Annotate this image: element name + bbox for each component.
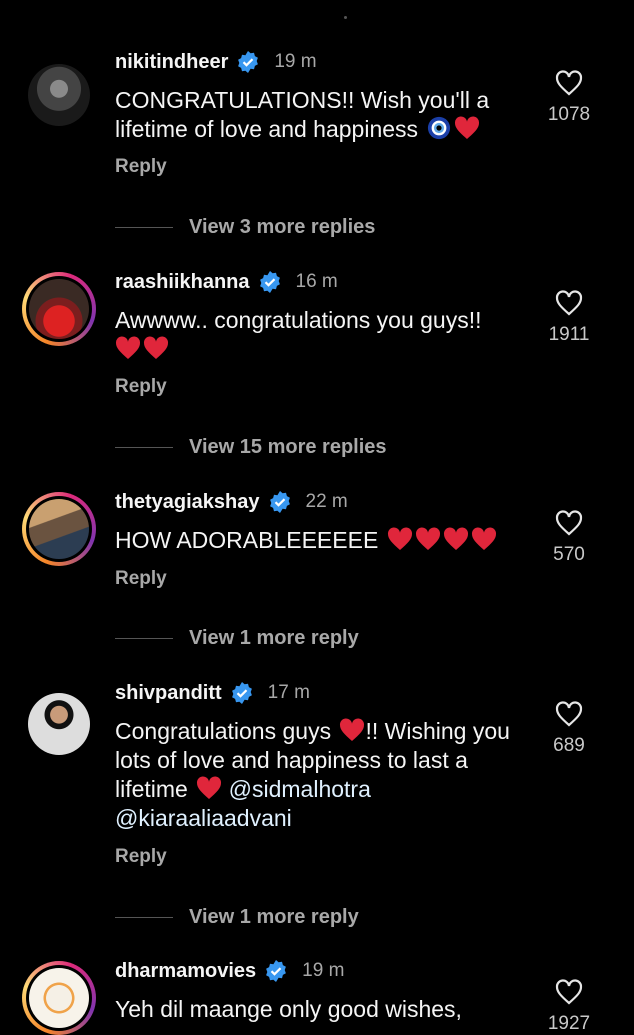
like-count: 689 — [553, 735, 585, 756]
reply-button[interactable]: Reply — [115, 156, 167, 178]
timestamp: 19 m — [302, 960, 345, 981]
reply-button[interactable]: Reply — [115, 846, 167, 868]
avatar[interactable] — [22, 687, 96, 761]
divider-line — [115, 917, 173, 918]
view-more-replies[interactable]: View 1 more reply — [115, 906, 359, 929]
comment-text: CONGRATULATIONS!! Wish you'll a lifetime… — [115, 87, 490, 142]
top-indicator — [344, 16, 347, 19]
mention-link[interactable]: @kiaraaliaadvani — [115, 805, 292, 831]
view-more-replies[interactable]: View 1 more reply — [115, 627, 359, 650]
comment-text: HOW ADORABLEEEEEE — [115, 526, 515, 555]
heart-outline-icon[interactable] — [554, 508, 584, 538]
like-control[interactable]: 1911 — [534, 288, 604, 346]
divider-line — [115, 447, 173, 448]
avatar[interactable] — [22, 58, 96, 132]
timestamp: 16 m — [295, 271, 338, 292]
comment-text: Awwww.. congratulations you guys!! — [115, 306, 515, 364]
verified-badge-icon — [266, 960, 287, 982]
comment-text: Congratulations guys !! Wishing you lots… — [115, 718, 510, 831]
username[interactable]: nikitindheer — [115, 51, 228, 74]
reply-button[interactable]: Reply — [115, 568, 167, 590]
avatar[interactable] — [22, 492, 96, 566]
heart-outline-icon[interactable] — [554, 288, 584, 318]
username[interactable]: shivpanditt — [115, 682, 222, 705]
red-heart-icon — [443, 527, 468, 550]
heart-outline-icon[interactable] — [554, 977, 584, 1007]
verified-badge-icon — [238, 51, 259, 73]
username[interactable]: thetyagiakshay — [115, 491, 260, 514]
like-control[interactable]: 689 — [534, 699, 604, 757]
heart-outline-icon[interactable] — [554, 699, 584, 729]
like-count: 1911 — [548, 324, 590, 345]
view-more-replies[interactable]: View 15 more replies — [115, 436, 387, 459]
like-count: 1078 — [547, 104, 591, 125]
divider-line — [115, 638, 173, 639]
comment-text: Yeh dil maange only good wishes, — [115, 996, 462, 1022]
view-more-replies[interactable]: View 3 more replies — [115, 216, 375, 239]
like-control[interactable]: 570 — [534, 508, 604, 566]
nazar-amulet-icon — [428, 116, 451, 140]
username[interactable]: raashiikhanna — [115, 271, 250, 294]
red-heart-icon — [471, 527, 496, 550]
like-control[interactable]: 1078 — [534, 68, 604, 126]
timestamp: 17 m — [267, 682, 310, 703]
verified-badge-icon — [259, 271, 280, 293]
timestamp: 19 m — [274, 51, 317, 72]
verified-badge-icon — [231, 682, 252, 704]
verified-badge-icon — [269, 491, 290, 513]
avatar[interactable] — [22, 272, 96, 346]
red-heart-icon — [340, 718, 365, 741]
heart-outline-icon[interactable] — [554, 68, 584, 98]
red-heart-icon — [143, 336, 169, 359]
red-heart-icon — [415, 527, 440, 550]
red-heart-icon — [455, 116, 480, 139]
username[interactable]: dharmamovies — [115, 960, 256, 983]
timestamp: 22 m — [305, 491, 348, 512]
like-count: 570 — [553, 544, 585, 565]
divider-line — [115, 227, 173, 228]
red-heart-icon — [197, 776, 222, 799]
like-control[interactable]: 1927 — [534, 977, 604, 1035]
mention-link[interactable]: @sidmalhotra — [229, 776, 371, 802]
like-count: 1927 — [547, 1013, 591, 1034]
reply-button[interactable]: Reply — [115, 376, 167, 398]
red-heart-icon — [387, 527, 412, 550]
red-heart-icon — [115, 336, 141, 359]
